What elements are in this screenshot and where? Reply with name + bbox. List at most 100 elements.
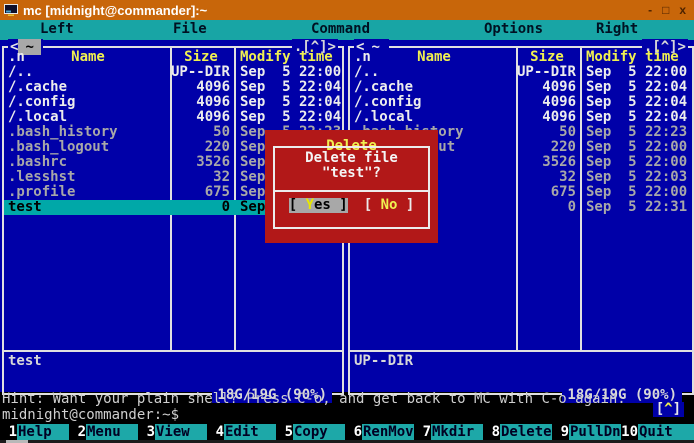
file-name: .profile [8,185,75,200]
function-key-number: 5 [276,424,293,440]
function-key-f3[interactable]: 3 View [138,424,207,440]
file-size: UP--DIR [168,65,230,80]
column-header-size[interactable]: Size [516,50,578,65]
function-key-f8[interactable]: 8 Delete [483,424,552,440]
column-header-size[interactable]: Size [170,50,232,65]
file-size: 4096 [514,80,576,95]
file-mtime: Sep 5 22:04 [586,95,687,110]
minimize-button[interactable]: - [648,3,652,17]
file-mtime: Sep 5 22:04 [240,110,341,125]
file-row[interactable]: /.. UP--DIR Sep 5 22:00 [350,65,692,80]
file-size: 220 [168,140,230,155]
menu-item-left[interactable]: Left [40,21,74,37]
function-key-label: PullDn [569,424,621,440]
file-row[interactable]: /.config 4096 Sep 5 22:04 [4,95,342,110]
file-name: /.cache [8,80,67,95]
file-name: /.. [8,65,33,80]
dialog-message-line2: "test"? [275,166,428,181]
file-mtime: Sep 5 22:04 [586,110,687,125]
function-key-f2[interactable]: 2 Menu [69,424,138,440]
file-row[interactable]: /.. UP--DIR Sep 5 22:00 [4,65,342,80]
function-key-label: Quit [638,424,694,440]
function-key-f9[interactable]: 9 PullDn [552,424,621,440]
file-row[interactable]: /.local 4096 Sep 5 22:04 [350,110,692,125]
menu-item-options[interactable]: Options [484,21,543,37]
function-key-label: Help [17,424,69,440]
function-key-number: 10 [621,424,638,440]
file-size: 4096 [168,110,230,125]
function-key-f1[interactable]: 1 Help [0,424,69,440]
file-size: 50 [514,125,576,140]
command-prompt[interactable]: midnight@commander:~$ [2,408,694,423]
menu-item-command[interactable]: Command [311,21,370,37]
file-size: 0 [514,200,576,215]
menu-bar: Left File Command Options Right [0,20,694,40]
file-size: 32 [168,170,230,185]
file-mtime: Sep 5 22:00 [586,155,687,170]
file-size: 3526 [168,155,230,170]
file-name: .bash_history [8,125,118,140]
left-ministatus: test [8,354,42,369]
function-key-number: 7 [414,424,431,440]
file-name: /.local [8,110,67,125]
maximize-button[interactable]: □ [662,3,669,17]
menu-item-right[interactable]: Right [596,21,638,37]
file-row[interactable]: /.cache 4096 Sep 5 22:04 [4,80,342,95]
file-size: 32 [514,170,576,185]
file-mtime: Sep 5 22:00 [586,185,687,200]
file-mtime: Sep 5 22:23 [586,125,687,140]
file-mtime: Sep 5 22:04 [586,80,687,95]
function-key-number: 9 [552,424,569,440]
no-button[interactable]: [ No ] [364,198,415,213]
scrollback-marker[interactable]: [^] [653,402,684,417]
column-header-mtime[interactable]: Modify time [240,50,333,65]
right-ministatus: UP--DIR [354,354,413,369]
file-row[interactable]: /.local 4096 Sep 5 22:04 [4,110,342,125]
file-mtime: Sep 5 22:00 [586,140,687,155]
file-size: 4096 [514,95,576,110]
file-mtime: Sep 5 22:04 [240,95,341,110]
function-key-f4[interactable]: 4 Edit [207,424,276,440]
file-name: /.config [8,95,75,110]
file-mtime: Sep 5 22:03 [586,170,687,185]
column-header-name[interactable]: Name [354,50,514,65]
column-header-mtime[interactable]: Modify time [586,50,679,65]
dialog-message-line1: Delete file [275,151,428,166]
menu-item-file[interactable]: File [173,21,207,37]
window-title: mc [midnight@commander]:~ [23,3,648,18]
dialog-button-divider [275,190,428,192]
hint-line: Hint: Want your plain shell? Press C-o, … [2,392,694,407]
file-size: UP--DIR [514,65,576,80]
function-key-label: Edit [224,424,276,440]
function-key-label: RenMov [362,424,414,440]
function-key-number: 6 [345,424,362,440]
file-mtime: Sep 5 22:31 [586,200,687,215]
file-size: 675 [514,185,576,200]
yes-button[interactable]: [ Yes ] [289,198,348,213]
file-size: 4096 [168,95,230,110]
file-size: 4096 [514,110,576,125]
file-name: .lesshst [8,170,75,185]
column-header-name[interactable]: Name [8,50,168,65]
function-key-number: 2 [69,424,86,440]
file-mtime: Sep 5 22:04 [240,80,341,95]
file-row[interactable]: /.config 4096 Sep 5 22:04 [350,95,692,110]
function-key-f5[interactable]: 5 Copy [276,424,345,440]
ministatus-divider [350,350,692,352]
function-key-number: 4 [207,424,224,440]
function-key-f10[interactable]: 10 Quit [621,424,694,440]
file-name: /.config [354,95,421,110]
function-key-label: View [155,424,207,440]
close-button[interactable]: x [679,3,686,17]
function-key-f6[interactable]: 6 RenMov [345,424,414,440]
function-key-number: 3 [138,424,155,440]
file-mtime: Sep 5 22:00 [240,65,341,80]
function-key-label: Copy [293,424,345,440]
file-name: /.cache [354,80,413,95]
file-size: 50 [168,125,230,140]
titlebar: mc [midnight@commander]:~ - □ x [0,0,694,20]
function-key-f7[interactable]: 7 Mkdir [414,424,483,440]
delete-dialog: Delete Delete file "test"? [ Yes ] [ No … [265,130,438,243]
function-key-number: 8 [483,424,500,440]
file-row[interactable]: /.cache 4096 Sep 5 22:04 [350,80,692,95]
